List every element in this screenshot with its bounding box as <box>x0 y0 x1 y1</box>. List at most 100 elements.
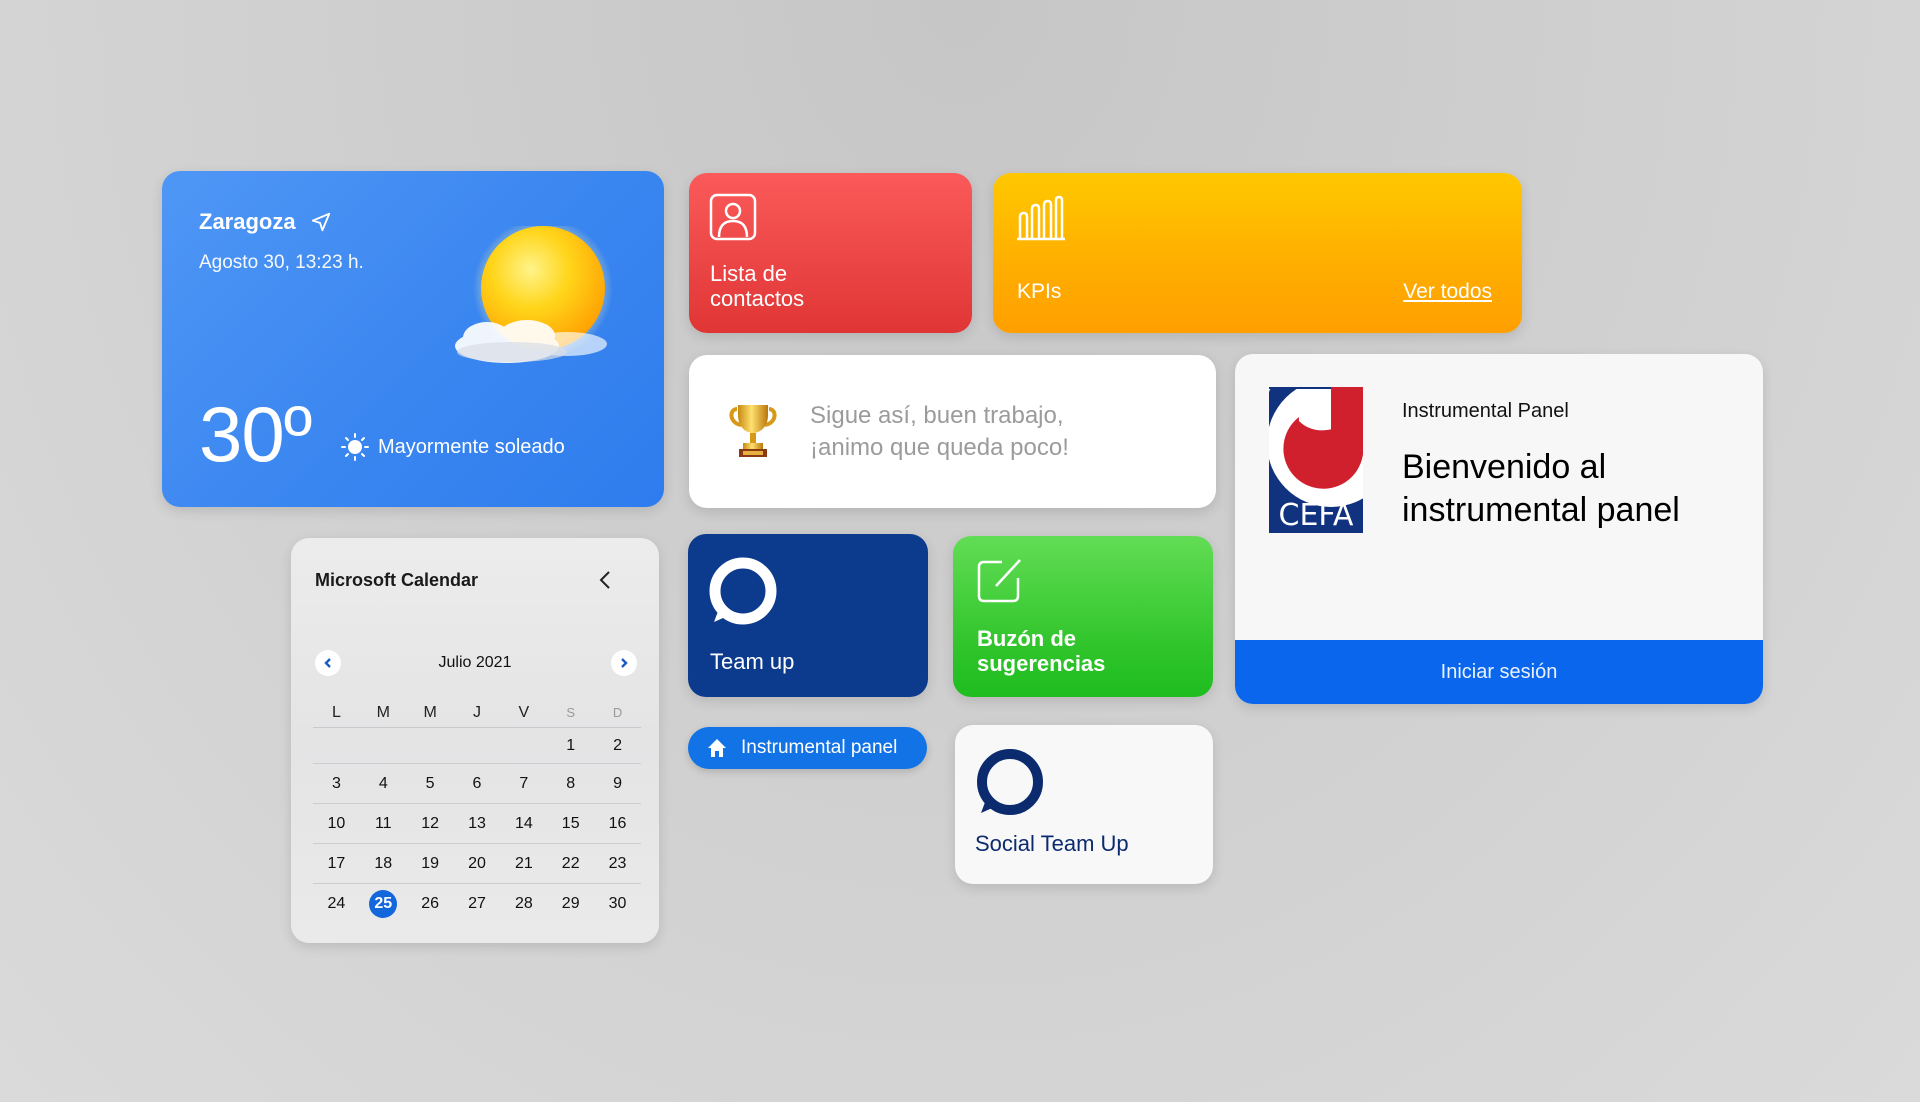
calendar-day[interactable]: 13 <box>454 810 501 838</box>
calendar-day[interactable]: 5 <box>407 770 454 798</box>
calendar-day-empty <box>500 732 547 760</box>
next-month-button[interactable] <box>611 650 637 676</box>
weather-widget[interactable]: Zaragoza Agosto 30, 13:23 h. 30º Mayorme… <box>162 171 664 507</box>
calendar-day[interactable]: 19 <box>407 850 454 878</box>
panel-welcome-title: Bienvenido al instrumental panel <box>1402 446 1680 532</box>
calendar-day-number: 15 <box>561 814 580 832</box>
edit-square-icon <box>977 559 1021 603</box>
weather-city: Zaragoza <box>199 209 332 235</box>
kpis-tile[interactable]: KPIs Ver todos <box>993 173 1522 333</box>
calendar-day[interactable]: 24 <box>313 890 360 918</box>
panel-title-line1: Bienvenido al <box>1402 448 1607 486</box>
calendar-day[interactable]: 18 <box>360 850 407 878</box>
suggestion-box-label: Buzón de sugerencias <box>977 626 1105 676</box>
calendar-day-number: 19 <box>421 854 440 872</box>
calendar-day[interactable]: 21 <box>500 850 547 878</box>
calendar-day-number: 2 <box>613 736 623 754</box>
calendar-day-empty <box>360 732 407 760</box>
calendar-day[interactable]: 23 <box>594 850 641 878</box>
instrumental-panel-label: Instrumental panel <box>741 737 898 758</box>
calendar-day[interactable]: 3 <box>313 770 360 798</box>
calendar-day-number <box>510 732 538 760</box>
contacts-label-line2: contactos <box>710 286 805 311</box>
calendar-day[interactable]: 6 <box>454 770 501 798</box>
calendar-day-number: 26 <box>421 895 440 912</box>
calendar-day-number: 16 <box>608 814 627 832</box>
social-team-up-tile[interactable]: Social Team Up <box>955 725 1213 884</box>
calendar-day[interactable]: 30 <box>594 890 641 918</box>
panel-subtitle: Instrumental Panel <box>1402 400 1569 422</box>
contacts-tile[interactable]: Lista de contactos <box>689 173 972 333</box>
suggestion-box-tile[interactable]: Buzón de sugerencias <box>953 536 1213 697</box>
instrumental-panel-button[interactable]: Instrumental panel <box>688 727 927 769</box>
calendar-week-row: 24 25 26 27 28 29 30 <box>313 884 641 924</box>
contact-card-icon <box>709 193 757 241</box>
calendar-day[interactable]: 12 <box>407 810 454 838</box>
calendar-day[interactable]: 2 <box>594 732 641 760</box>
calendar-day[interactable]: 28 <box>500 890 547 918</box>
calendar-day[interactable]: 7 <box>500 770 547 798</box>
calendar-day[interactable]: 11 <box>360 810 407 838</box>
calendar-day-number: 25 <box>369 890 398 918</box>
calendar-day-number <box>416 732 444 760</box>
calendar-day[interactable]: 27 <box>454 890 501 918</box>
cefa-logo-text: CEFA <box>1279 498 1354 533</box>
motivation-line2: ¡animo que queda poco! <box>810 434 1069 461</box>
weekday-header: L M M J V S D <box>313 698 641 728</box>
calendar-day-number: 3 <box>331 774 341 792</box>
calendar-day[interactable]: 17 <box>313 850 360 878</box>
calendar-week-row: 10 11 12 13 14 15 16 <box>313 804 641 844</box>
calendar-day[interactable]: 4 <box>360 770 407 798</box>
trophy-icon <box>729 405 777 457</box>
calendar-day[interactable]: 22 <box>547 850 594 878</box>
calendar-day-number: 17 <box>327 854 346 872</box>
weather-condition: Mayormente soleado <box>340 432 565 462</box>
calendar-day[interactable]: 16 <box>594 810 641 838</box>
calendar-day-number <box>463 732 491 760</box>
calendar-day-number: 8 <box>566 774 576 792</box>
calendar-week-row: 3 4 5 6 7 8 9 <box>313 764 641 804</box>
instrumental-panel-card: CEFA Instrumental Panel Bienvenido al in… <box>1235 354 1763 704</box>
calendar-day[interactable]: 14 <box>500 810 547 838</box>
weather-temperature: 30º <box>199 390 312 478</box>
view-all-link[interactable]: Ver todos <box>1403 280 1492 304</box>
weekday-label: L <box>331 703 341 721</box>
weather-condition-text: Mayormente soleado <box>378 435 565 458</box>
calendar-day[interactable]: 29 <box>547 890 594 918</box>
weekday-label: S <box>566 705 576 720</box>
calendar-day-number: 21 <box>514 854 533 872</box>
calendar-day[interactable]: 15 <box>547 810 594 838</box>
calendar-day[interactable]: 1 <box>547 732 594 760</box>
calendar-day-empty <box>454 732 501 760</box>
calendar-day[interactable]: 10 <box>313 810 360 838</box>
calendar-day[interactable]: 9 <box>594 770 641 798</box>
calendar-day-selected[interactable]: 25 <box>360 890 407 918</box>
calendar-day-number: 6 <box>472 774 482 792</box>
login-button[interactable]: Iniciar sesión <box>1235 640 1763 704</box>
social-team-up-label: Social Team Up <box>975 831 1129 856</box>
weekday-label: M <box>423 703 437 721</box>
calendar-widget: Microsoft Calendar Julio 2021 L M M J V … <box>291 538 659 943</box>
team-up-tile[interactable]: Team up <box>688 534 928 697</box>
panel-title-line2: instrumental panel <box>1402 491 1680 529</box>
chevron-right-icon <box>621 658 628 668</box>
calendar-day-number: 29 <box>561 895 580 912</box>
calendar-day-number: 11 <box>374 814 392 832</box>
calendar-week-row: 12 <box>313 728 641 764</box>
calendar-day[interactable]: 20 <box>454 850 501 878</box>
calendar-day-number: 10 <box>327 814 346 832</box>
sun-icon <box>341 433 369 461</box>
calendar-day-number: 9 <box>613 774 623 792</box>
calendar-day-number <box>322 732 350 760</box>
calendar-day-number: 7 <box>519 774 529 792</box>
suggestion-label-line1: Buzón de <box>977 626 1076 651</box>
calendar-month: Julio 2021 <box>438 654 512 671</box>
calendar-day[interactable]: 26 <box>407 890 454 918</box>
chevron-left-icon[interactable] <box>595 568 615 592</box>
calendar-day-number: 20 <box>468 854 486 872</box>
calendar-day[interactable]: 8 <box>547 770 594 798</box>
motivation-line1: Sigue así, buen trabajo, <box>810 402 1064 429</box>
calendar-day-empty <box>313 732 360 760</box>
contacts-label: Lista de contactos <box>710 261 804 311</box>
weather-city-name: Zaragoza <box>199 209 296 234</box>
